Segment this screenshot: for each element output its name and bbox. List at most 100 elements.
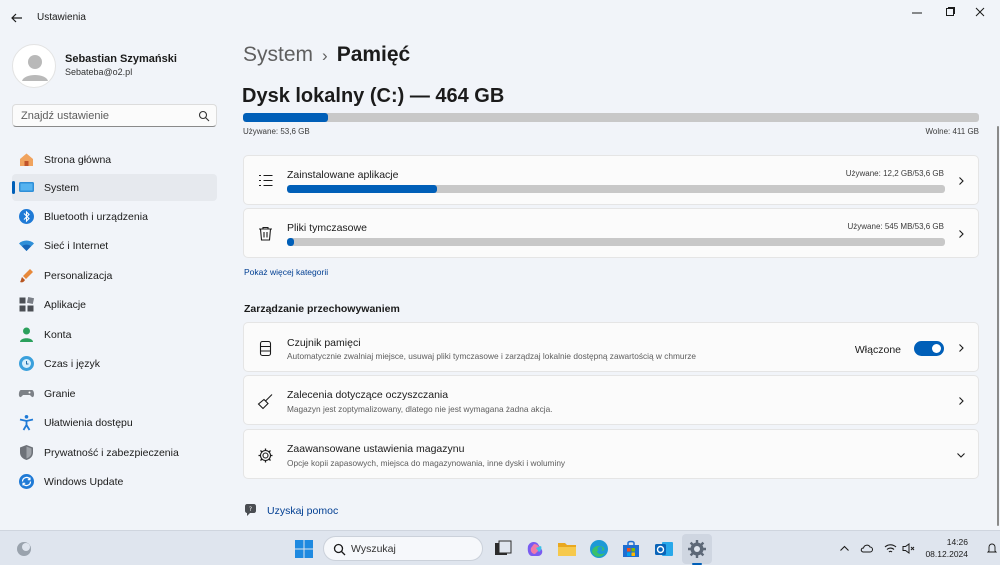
taskbar-date[interactable]: 08.12.2024 xyxy=(925,549,968,559)
avatar[interactable] xyxy=(12,44,56,88)
chevron-right-icon xyxy=(959,230,964,238)
get-help-link[interactable]: Uzyskaj pomoc xyxy=(267,505,338,517)
volume-muted-icon[interactable] xyxy=(902,542,915,555)
category-usage-bar xyxy=(287,185,945,193)
sidebar-item-label: Windows Update xyxy=(44,476,124,488)
sidebar-item-label: Czas i język xyxy=(44,358,101,370)
search-icon[interactable] xyxy=(198,110,210,122)
apps-icon xyxy=(19,296,35,312)
sidebar-item-accessibility[interactable]: Ułatwienia dostępu xyxy=(12,409,217,436)
sidebar-item-home[interactable]: Strona główna xyxy=(12,146,217,173)
advanced-storage-card[interactable]: Zaawansowane ustawienia magazynu Opcje k… xyxy=(243,429,979,479)
sidebar-item-label: Konta xyxy=(44,329,72,341)
privacy-shield-icon xyxy=(20,445,33,460)
title-bar: Ustawienia xyxy=(0,0,1000,36)
search-icon xyxy=(333,543,346,556)
file-explorer-icon[interactable] xyxy=(556,538,578,560)
task-view-icon[interactable] xyxy=(492,538,514,560)
onedrive-sync-icon[interactable] xyxy=(860,542,873,555)
active-indicator xyxy=(12,181,15,194)
copilot-icon[interactable] xyxy=(524,538,546,560)
app-title: Ustawienia xyxy=(37,12,86,23)
wifi-icon[interactable] xyxy=(884,542,897,555)
page-title: Pamięć xyxy=(336,43,411,66)
cleanup-title: Zalecenia dotyczące oczyszczania xyxy=(287,389,449,401)
windows-update-icon xyxy=(19,474,34,489)
taskbar-search-label: Wyszukaj xyxy=(351,543,396,555)
advanced-subtitle: Opcje kopii zapasowych, miejsca do magaz… xyxy=(287,458,566,468)
network-icon xyxy=(19,240,34,251)
storage-sense-card[interactable]: Czujnik pamięci Automatycznie zwalniaj m… xyxy=(243,322,979,372)
maximize-icon[interactable] xyxy=(938,5,962,21)
sidebar-item-time-language[interactable]: Czas i język xyxy=(12,350,217,377)
scrollbar[interactable] xyxy=(997,126,999,526)
microsoft-store-icon[interactable] xyxy=(620,538,642,560)
category-temp-files[interactable]: Pliki tymczasowe Używane: 545 MB/53,6 GB xyxy=(243,208,979,258)
storage-management-heading: Zarządzanie przechowywaniem xyxy=(244,303,400,315)
breadcrumb-separator: › xyxy=(322,46,328,65)
sidebar-item-bluetooth[interactable]: Bluetooth i urządzenia xyxy=(12,203,217,230)
taskbar: Wyszukaj 14:26 08.12.2024 xyxy=(0,530,1000,565)
main-content: System › Pamięć Dysk lokalny (C:) — 464 GB… xyxy=(230,36,1000,530)
category-installed-apps[interactable]: Zainstalowane aplikacje Używane: 12,2 GB… xyxy=(243,155,979,205)
personalization-icon xyxy=(20,269,33,283)
sidebar-item-windows-update[interactable]: Windows Update xyxy=(12,468,217,495)
sidebar-item-accounts[interactable]: Konta xyxy=(12,321,217,348)
minimize-icon[interactable] xyxy=(905,5,929,21)
category-usage: Używane: 12,2 GB/53,6 GB xyxy=(845,169,944,178)
storage-sense-subtitle: Automatycznie zwalniaj miejsce, usuwaj p… xyxy=(287,351,697,361)
user-name: Sebastian Szymański xyxy=(65,53,177,65)
sidebar-item-network[interactable]: Sieć i Internet xyxy=(12,232,217,259)
help-icon: ? xyxy=(245,504,256,516)
show-more-categories-link[interactable]: Pokaż więcej kategorii xyxy=(244,267,328,277)
widgets-weather-icon[interactable] xyxy=(13,538,35,560)
sidebar-item-label: Sieć i Internet xyxy=(44,240,109,252)
taskbar-search[interactable]: Wyszukaj xyxy=(323,536,483,561)
time-language-icon xyxy=(19,356,34,371)
sidebar-item-gaming[interactable]: Granie xyxy=(12,380,217,407)
notification-bell-icon[interactable] xyxy=(987,541,997,555)
sidebar-item-label: Prywatność i zabezpieczenia xyxy=(44,447,179,459)
sidebar-item-label: Aplikacje xyxy=(44,299,87,311)
accounts-icon xyxy=(20,327,33,342)
category-usage-bar xyxy=(287,238,945,246)
user-avatar-icon xyxy=(22,55,48,81)
sidebar-item-label: Bluetooth i urządzenia xyxy=(44,211,148,223)
sidebar-item-label: Personalizacja xyxy=(44,270,113,282)
sidebar-item-label: Strona główna xyxy=(44,154,112,166)
toggle-knob xyxy=(932,344,941,353)
cleanup-recommendations-card[interactable]: Zalecenia dotyczące oczyszczania Magazyn… xyxy=(243,375,979,425)
disk-free-label: Wolne: 411 GB xyxy=(925,127,979,136)
settings-window: Ustawienia Sebastian Szymański Sebateba@… xyxy=(0,0,1000,530)
disk-usage-fill xyxy=(243,113,328,122)
close-icon[interactable] xyxy=(968,5,992,21)
back-arrow-icon[interactable] xyxy=(8,9,26,27)
breadcrumb-system[interactable]: System xyxy=(243,43,313,66)
apps-list-icon xyxy=(259,174,273,187)
category-title: Pliki tymczasowe xyxy=(287,222,367,234)
settings-gear-icon[interactable] xyxy=(686,538,708,560)
chevron-right-icon xyxy=(959,397,964,405)
start-windows-icon[interactable] xyxy=(293,538,315,560)
sidebar-item-label: Granie xyxy=(44,388,76,400)
disk-title: Dysk lokalny (C:) — 464 GB xyxy=(242,85,505,107)
cleanup-subtitle: Magazyn jest zoptymalizowany, dlatego ni… xyxy=(287,404,553,414)
chevron-right-icon xyxy=(959,344,964,352)
sidebar: Sebastian Szymański Sebateba@o2.pl Znajd… xyxy=(0,36,230,530)
storage-sense-toggle[interactable] xyxy=(914,341,944,356)
storage-drive-icon xyxy=(259,340,272,357)
outlook-icon[interactable] xyxy=(653,538,675,560)
storage-sense-title: Czujnik pamięci xyxy=(287,337,361,349)
category-usage-fill xyxy=(287,185,438,193)
edge-browser-icon[interactable] xyxy=(588,538,610,560)
sidebar-item-system[interactable]: System xyxy=(12,174,217,201)
svg-text:?: ? xyxy=(249,506,252,513)
disk-used-label: Używane: 53,6 GB xyxy=(243,127,310,136)
sidebar-item-personalization[interactable]: Personalizacja xyxy=(12,262,217,289)
sidebar-item-apps[interactable]: Aplikacje xyxy=(12,291,217,318)
home-icon xyxy=(20,153,33,166)
taskbar-time[interactable]: 14:26 xyxy=(947,537,968,547)
settings-search-input[interactable]: Znajdź ustawienie xyxy=(12,104,217,127)
chevron-up-icon[interactable] xyxy=(838,542,851,555)
sidebar-item-privacy[interactable]: Prywatność i zabezpieczenia xyxy=(12,439,217,466)
